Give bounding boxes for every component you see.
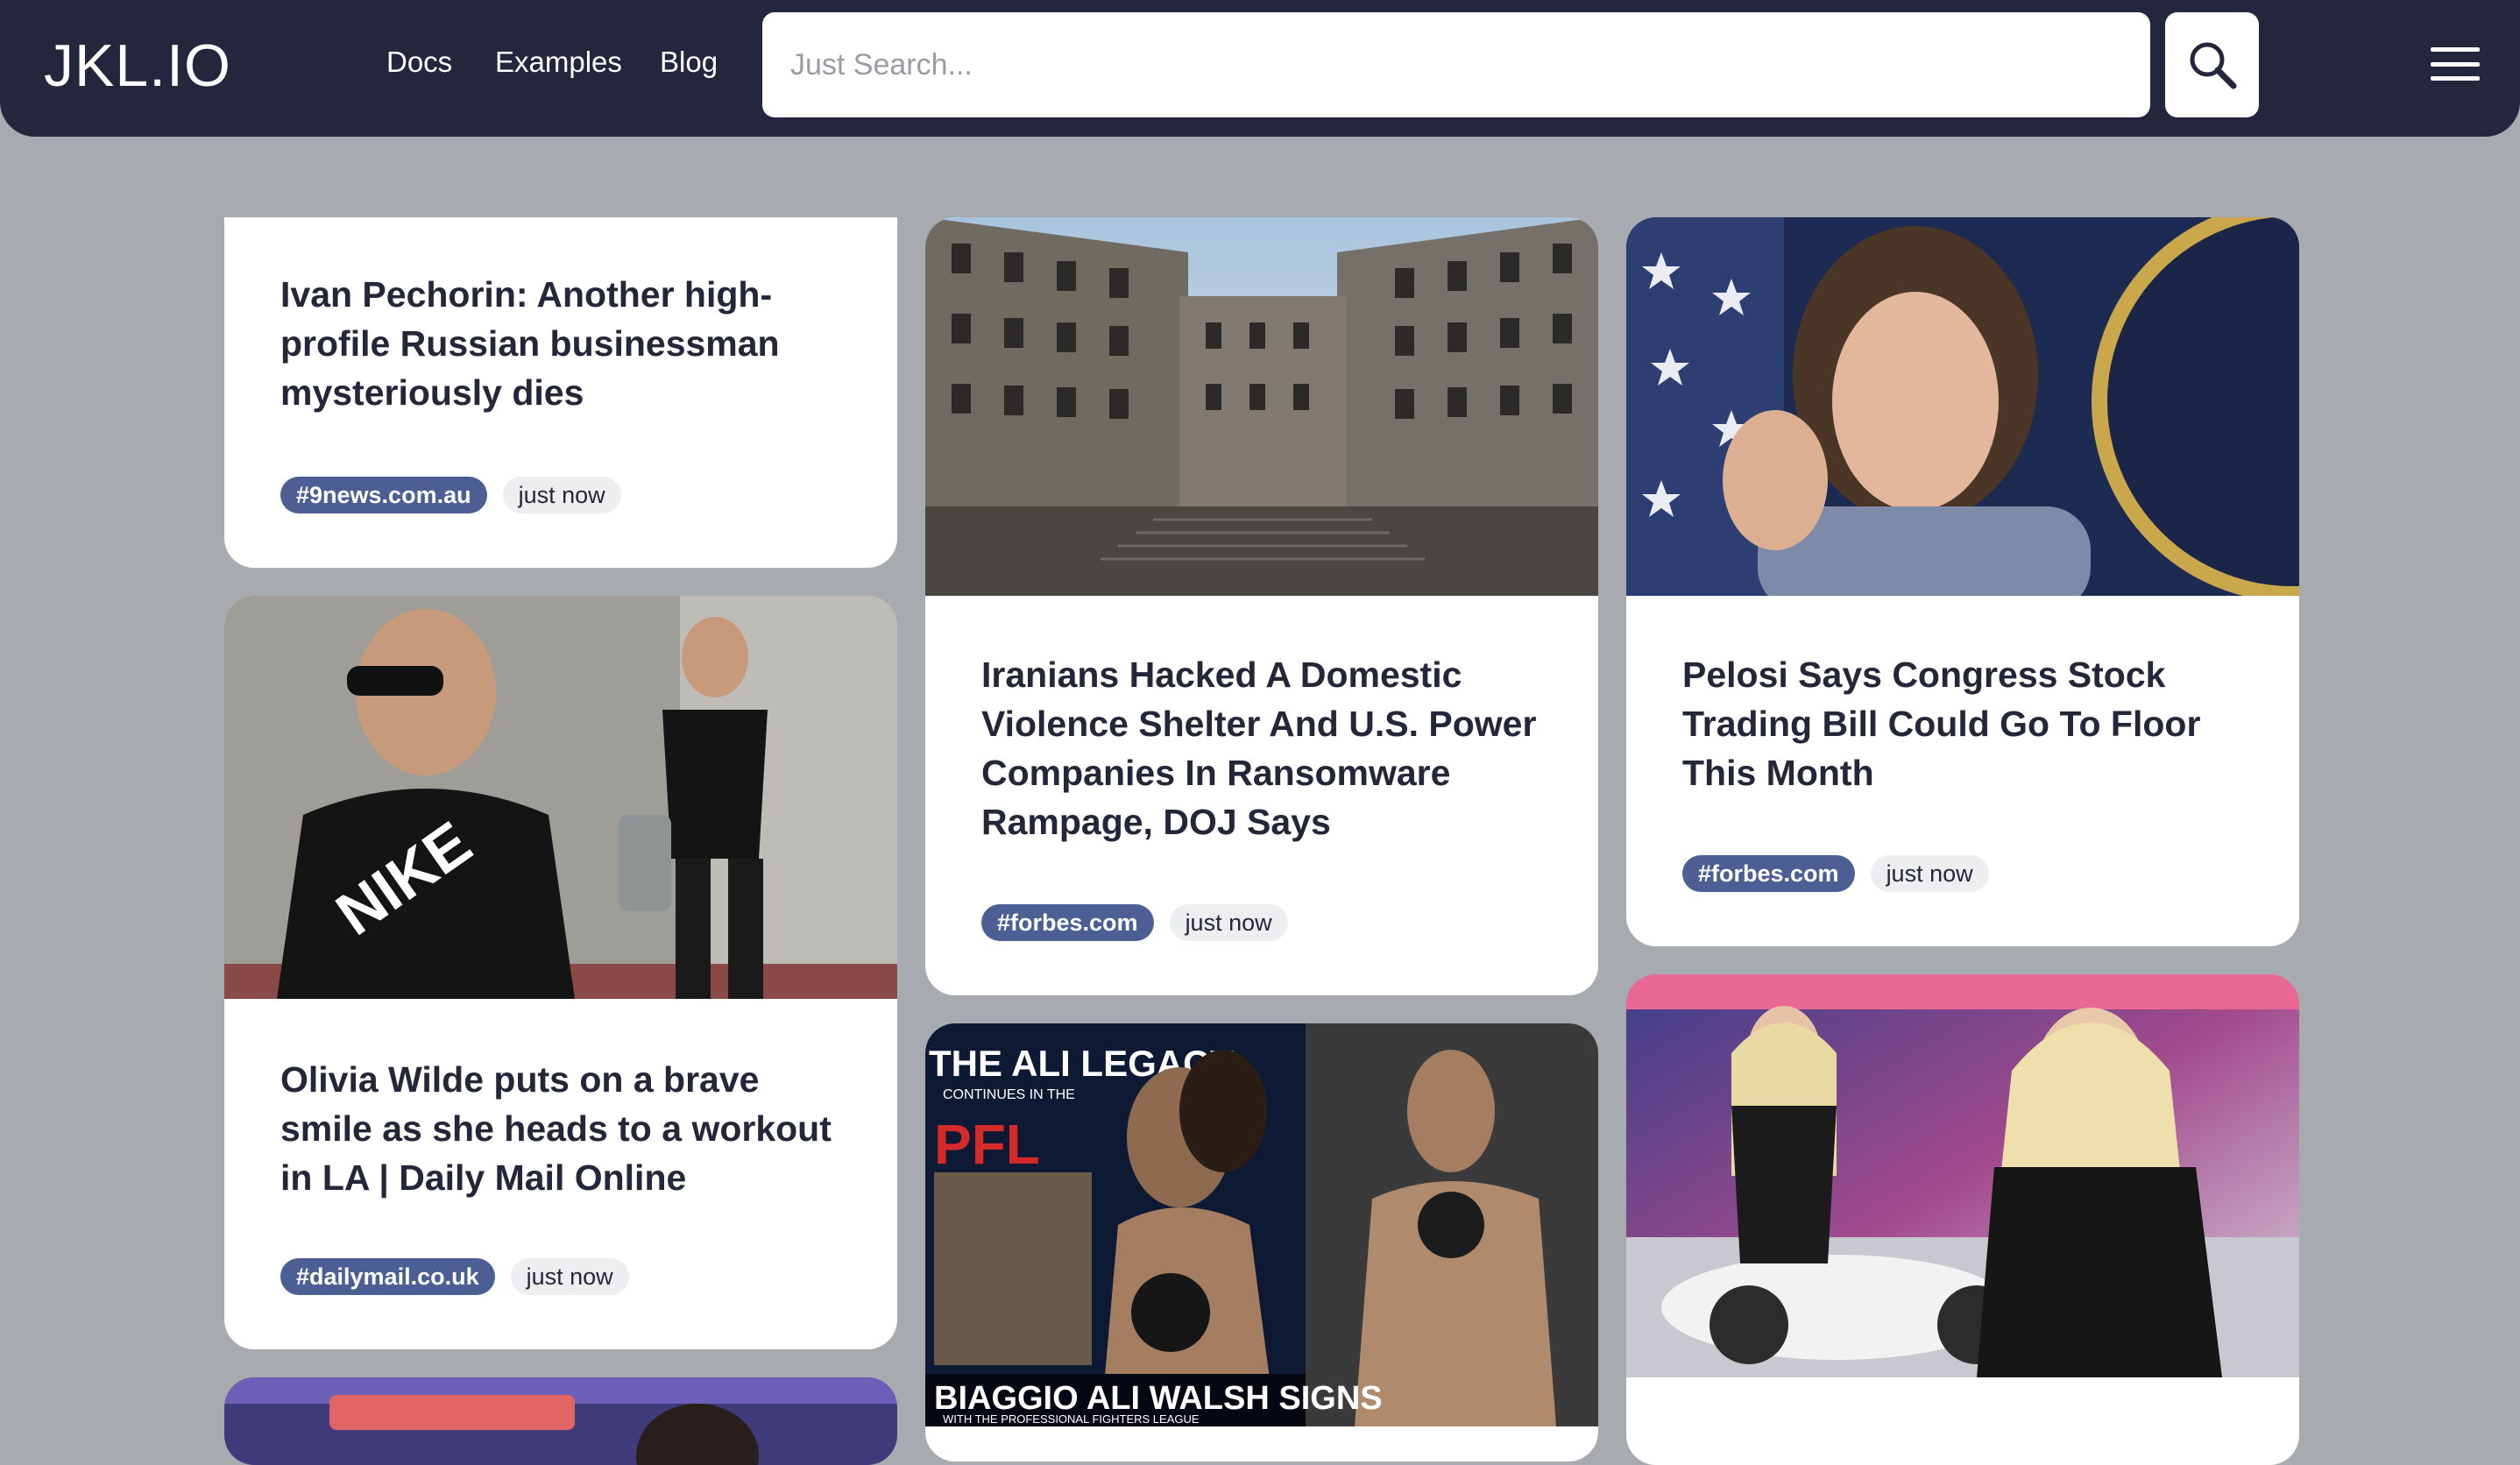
nav-link-docs[interactable]: Docs bbox=[386, 46, 452, 79]
building-photo bbox=[925, 217, 1598, 596]
source-tag[interactable]: #forbes.com bbox=[981, 904, 1154, 941]
card-tags: #dailymail.co.uk just now bbox=[280, 1258, 629, 1295]
source-tag[interactable]: #9news.com.au bbox=[280, 477, 487, 513]
fashion-photo bbox=[1626, 974, 2299, 1377]
article-image: THE ALI LEGACY CONTINUES IN THE PFL BIAG… bbox=[925, 1023, 1598, 1426]
time-badge: just now bbox=[502, 477, 621, 513]
nav-link-blog[interactable]: Blog bbox=[660, 46, 718, 79]
card-title[interactable]: Olivia Wilde puts on a brave smile as sh… bbox=[280, 1055, 853, 1202]
article-image bbox=[1626, 217, 2299, 596]
card-title[interactable]: Ivan Pechorin: Another high-profile Russ… bbox=[280, 270, 853, 417]
news-card[interactable] bbox=[1626, 974, 2299, 1465]
news-card[interactable]: Iranians Hacked A Domestic Violence Shel… bbox=[925, 217, 1598, 995]
card-tags: #forbes.com just now bbox=[1682, 855, 1989, 892]
promo-subheadline: CONTINUES IN THE bbox=[943, 1087, 1075, 1102]
source-tag[interactable]: #forbes.com bbox=[1682, 855, 1855, 892]
street-photo: NIKE bbox=[224, 596, 897, 999]
pfl-logo: PFL bbox=[934, 1113, 1040, 1176]
source-tag[interactable]: #dailymail.co.uk bbox=[280, 1258, 495, 1295]
card-title[interactable]: Iranians Hacked A Domestic Violence Shel… bbox=[981, 650, 1554, 846]
promo-photo: THE ALI LEGACY CONTINUES IN THE PFL BIAG… bbox=[925, 1023, 1598, 1426]
card-tags: #9news.com.au just now bbox=[280, 477, 621, 513]
news-card[interactable]: NIKE Olivia Wilde puts on a brave smile … bbox=[224, 596, 897, 1349]
article-image bbox=[925, 217, 1598, 596]
article-image: NIKE bbox=[224, 596, 897, 999]
time-badge: just now bbox=[1870, 855, 1989, 892]
article-image bbox=[1626, 974, 2299, 1377]
portrait-photo bbox=[1626, 217, 2299, 596]
article-image bbox=[224, 1377, 897, 1465]
search-input[interactable] bbox=[762, 12, 2150, 117]
promo-subcaption: WITH THE PROFESSIONAL FIGHTERS LEAGUE bbox=[943, 1412, 1200, 1426]
time-badge: just now bbox=[1169, 904, 1288, 941]
promo-caption: BIAGGIO ALI WALSH SIGNS bbox=[934, 1380, 1383, 1417]
card-tags: #forbes.com just now bbox=[981, 904, 1288, 941]
top-navigation-bar: JKL.IO Docs Examples Blog bbox=[0, 0, 2520, 137]
search-button[interactable] bbox=[2165, 12, 2259, 117]
hamburger-menu-icon[interactable] bbox=[2429, 42, 2481, 86]
time-badge: just now bbox=[510, 1258, 629, 1295]
card-title[interactable]: Pelosi Says Congress Stock Trading Bill … bbox=[1682, 650, 2255, 797]
news-card[interactable]: Ivan Pechorin: Another high-profile Russ… bbox=[224, 217, 897, 568]
news-card[interactable]: Pelosi Says Congress Stock Trading Bill … bbox=[1626, 217, 2299, 946]
news-card[interactable]: THE ALI LEGACY CONTINUES IN THE PFL BIAG… bbox=[925, 1023, 1598, 1461]
event-photo bbox=[224, 1377, 897, 1465]
search-icon bbox=[2190, 42, 2236, 89]
news-card[interactable] bbox=[224, 1377, 897, 1465]
nav-link-examples[interactable]: Examples bbox=[495, 46, 622, 79]
site-logo[interactable]: JKL.IO bbox=[44, 32, 231, 100]
